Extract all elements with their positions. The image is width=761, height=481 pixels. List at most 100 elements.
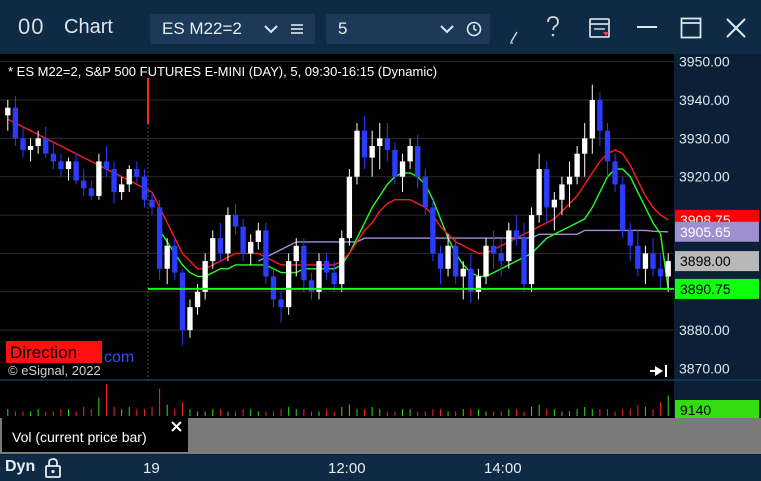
candle-body (361, 130, 368, 158)
candle-body (566, 176, 573, 185)
candle-body (415, 146, 421, 177)
candle-body (582, 138, 588, 154)
candle-body (399, 161, 406, 177)
candle-body (119, 184, 125, 193)
volume-value: 9140 (680, 402, 711, 418)
candle-body (642, 253, 649, 269)
candle-body (650, 253, 656, 269)
price-label: 3905.65 (680, 224, 731, 240)
candle-body (248, 241, 254, 254)
maximize-icon[interactable] (680, 17, 702, 39)
vol-panel-title: Vol (current price bar) (12, 429, 147, 445)
candle-body (308, 280, 315, 292)
candle-body (445, 245, 451, 269)
candle-body (96, 161, 102, 196)
symbol-value: ES M22=2 (162, 19, 242, 38)
candle-body (437, 253, 444, 269)
candle-body (544, 169, 550, 208)
candle-body (194, 291, 201, 308)
candle-body (430, 207, 436, 254)
candle-body (346, 176, 353, 239)
help-icon[interactable] (544, 16, 562, 38)
time-label-1200: 12:00 (328, 460, 366, 477)
symbol-selector[interactable]: ES M22=2 (150, 14, 315, 44)
candle-body (620, 184, 626, 231)
chart-window-icon: 00 (18, 14, 45, 39)
candle-body (392, 149, 398, 177)
price-tick-label: 3920.00 (679, 169, 730, 185)
candle-body (164, 245, 170, 269)
candle-body (12, 107, 19, 139)
candle-body (574, 153, 580, 177)
candle-body (126, 169, 132, 185)
candle-body (187, 307, 193, 331)
time-label-1400: 14:00 (484, 460, 522, 477)
menu-icon[interactable] (290, 22, 304, 36)
candle-body (551, 199, 557, 208)
candle-body (627, 230, 633, 246)
price-tick-label: 3870.00 (679, 360, 730, 376)
candle-body (141, 176, 148, 200)
price-chart[interactable]: * ES M22=2, S&P 500 FUTURES E-MINI (DAY)… (0, 54, 761, 454)
candle-body (232, 215, 239, 227)
candle-body (65, 161, 72, 170)
price-tick-label: 3950.00 (679, 54, 730, 70)
window-title: Chart (64, 16, 113, 38)
price-tick-label: 3930.00 (679, 130, 730, 146)
candle-body (88, 188, 94, 196)
candle-body (20, 138, 26, 150)
candle-body (354, 130, 360, 177)
candle-body (422, 176, 428, 208)
candle-body (134, 169, 140, 177)
close-icon[interactable] (725, 17, 747, 39)
candle-body (5, 107, 11, 116)
candle-body (377, 138, 383, 147)
candle-body (460, 268, 466, 277)
chart-header: * ES M22=2, S&P 500 FUTURES E-MINI (DAY)… (8, 64, 437, 79)
candle-body (27, 146, 34, 150)
candle-body (521, 238, 527, 285)
candle-body (490, 245, 497, 254)
candle-body (323, 261, 330, 273)
candle-body (657, 268, 664, 277)
clock-icon[interactable] (466, 21, 482, 37)
candle-body (407, 146, 413, 162)
candle-body (172, 245, 178, 273)
chevron-down-icon[interactable] (440, 24, 454, 34)
candle-body (240, 226, 246, 254)
time-axis-bar: Dyn 19 12:00 14:00 (0, 455, 761, 481)
direction-link[interactable]: com (104, 349, 134, 366)
candle-body (612, 161, 618, 185)
candle-body (589, 100, 595, 139)
candle-body (635, 245, 641, 269)
minimize-icon[interactable] (636, 22, 658, 32)
candle-body (263, 230, 269, 277)
candle-body (202, 261, 208, 292)
pencil-icon[interactable] (508, 30, 520, 44)
chart-panel[interactable]: * ES M22=2, S&P 500 FUTURES E-MINI (DAY)… (0, 54, 761, 454)
candle-body (50, 153, 56, 162)
candle-body (339, 238, 345, 285)
interval-selector[interactable]: 5 (326, 14, 490, 44)
candle-body (506, 230, 512, 262)
window-menu-icon[interactable] (588, 16, 612, 40)
candle-body (559, 184, 565, 200)
candle-body (210, 238, 216, 262)
lock-icon[interactable] (44, 458, 62, 478)
candle-body (156, 207, 163, 269)
direction-label[interactable]: Direction (10, 343, 77, 362)
candle-body (43, 138, 49, 154)
candle-body (604, 130, 611, 162)
dynamic-mode-label[interactable]: Dyn (5, 458, 35, 476)
price-tick-label: 3940.00 (679, 92, 730, 108)
chevron-down-icon[interactable] (264, 24, 278, 34)
candle-body (278, 299, 284, 308)
candle-body (35, 138, 41, 147)
candle-body (217, 238, 223, 254)
candle-body (528, 215, 535, 285)
candle-body (179, 272, 186, 331)
candle-body (384, 138, 390, 150)
candle-body (498, 253, 504, 262)
candle-body (665, 261, 671, 277)
price-label: 3898.00 (680, 253, 731, 269)
